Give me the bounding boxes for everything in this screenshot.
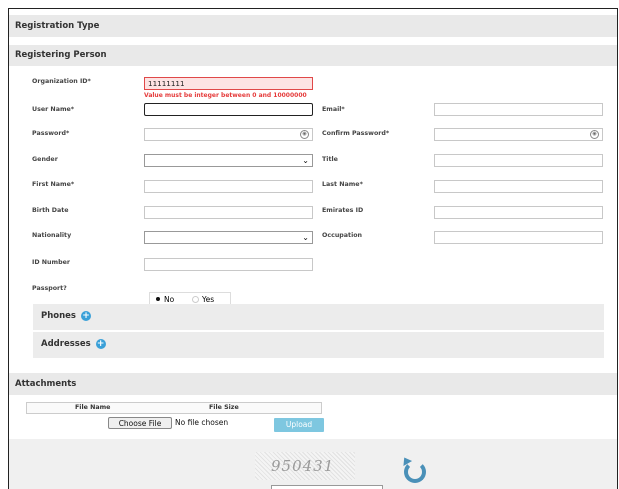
- org-id-input[interactable]: 11111111: [144, 77, 313, 90]
- radio-unselected-icon: [192, 295, 199, 303]
- first-name-input[interactable]: [144, 180, 313, 193]
- column-file-name: File Name: [75, 404, 111, 411]
- eye-icon[interactable]: ◉: [590, 130, 599, 139]
- column-file-size: File Size: [209, 404, 239, 411]
- passport-yes-option[interactable]: Yes: [192, 294, 214, 304]
- emirates-id-input[interactable]: [434, 206, 603, 219]
- nationality-select[interactable]: ⌄: [144, 231, 313, 244]
- captcha-input[interactable]: [271, 485, 383, 489]
- id-number-input[interactable]: [144, 258, 313, 271]
- emirates-id-label: Emirates ID: [322, 207, 364, 214]
- addresses-label: Addresses: [41, 339, 91, 349]
- password-label: Password*: [32, 130, 70, 137]
- confirm-password-input[interactable]: ◉: [434, 128, 603, 141]
- last-name-label: Last Name*: [322, 181, 363, 188]
- plus-circle-icon[interactable]: +: [95, 339, 106, 349]
- addresses-panel: Addresses +: [33, 332, 604, 358]
- passport-yes-label: Yes: [202, 294, 215, 304]
- org-id-error: Value must be integer between 0 and 1000…: [144, 92, 307, 99]
- occupation-input[interactable]: [434, 231, 603, 244]
- last-name-input[interactable]: [434, 180, 603, 193]
- captcha-code: 950431: [271, 457, 335, 475]
- passport-no-label: No: [164, 294, 175, 304]
- title-input[interactable]: [434, 154, 603, 167]
- section-attachments: Attachments: [9, 373, 617, 395]
- phones-title[interactable]: Phones +: [41, 311, 91, 321]
- title-label: Title: [322, 156, 338, 163]
- id-number-label: ID Number: [32, 259, 70, 266]
- confirm-password-label: Confirm Password*: [322, 130, 390, 137]
- registration-form: Registration Type Registering Person Org…: [8, 8, 618, 489]
- upload-button[interactable]: Upload: [274, 418, 324, 432]
- email-input[interactable]: [434, 103, 603, 116]
- choose-file-button[interactable]: Choose File: [108, 417, 172, 429]
- eye-icon[interactable]: ◉: [300, 130, 309, 139]
- attachments-table: File Name File Size: [26, 402, 322, 414]
- user-name-label: User Name*: [32, 106, 75, 113]
- plus-circle-icon[interactable]: +: [81, 311, 91, 321]
- org-id-label: Organization ID*: [32, 78, 91, 85]
- nationality-label: Nationality: [32, 232, 72, 239]
- no-file-chosen-text: No file chosen: [175, 418, 229, 427]
- email-label: Email*: [322, 106, 345, 113]
- password-input[interactable]: ◉: [144, 128, 313, 141]
- passport-no-option[interactable]: No: [156, 294, 174, 304]
- gender-select[interactable]: ⌄: [144, 154, 313, 167]
- birth-date-input[interactable]: [144, 206, 313, 219]
- phones-panel: Phones +: [33, 304, 604, 330]
- addresses-title[interactable]: Addresses +: [41, 339, 106, 349]
- gender-label: Gender: [32, 156, 58, 163]
- chevron-down-icon: ⌄: [302, 233, 309, 242]
- birth-date-label: Birth Date: [32, 207, 69, 214]
- occupation-label: Occupation: [322, 232, 363, 239]
- first-name-label: First Name*: [32, 181, 75, 188]
- user-name-input[interactable]: [144, 103, 313, 116]
- section-registration-type[interactable]: Registration Type: [9, 15, 617, 37]
- passport-label: Passport?: [32, 285, 67, 292]
- phones-label: Phones: [41, 311, 76, 321]
- chevron-down-icon: ⌄: [302, 156, 309, 165]
- section-registering-person: Registering Person: [9, 45, 617, 66]
- refresh-icon[interactable]: [404, 461, 426, 483]
- radio-selected-icon: [156, 297, 160, 301]
